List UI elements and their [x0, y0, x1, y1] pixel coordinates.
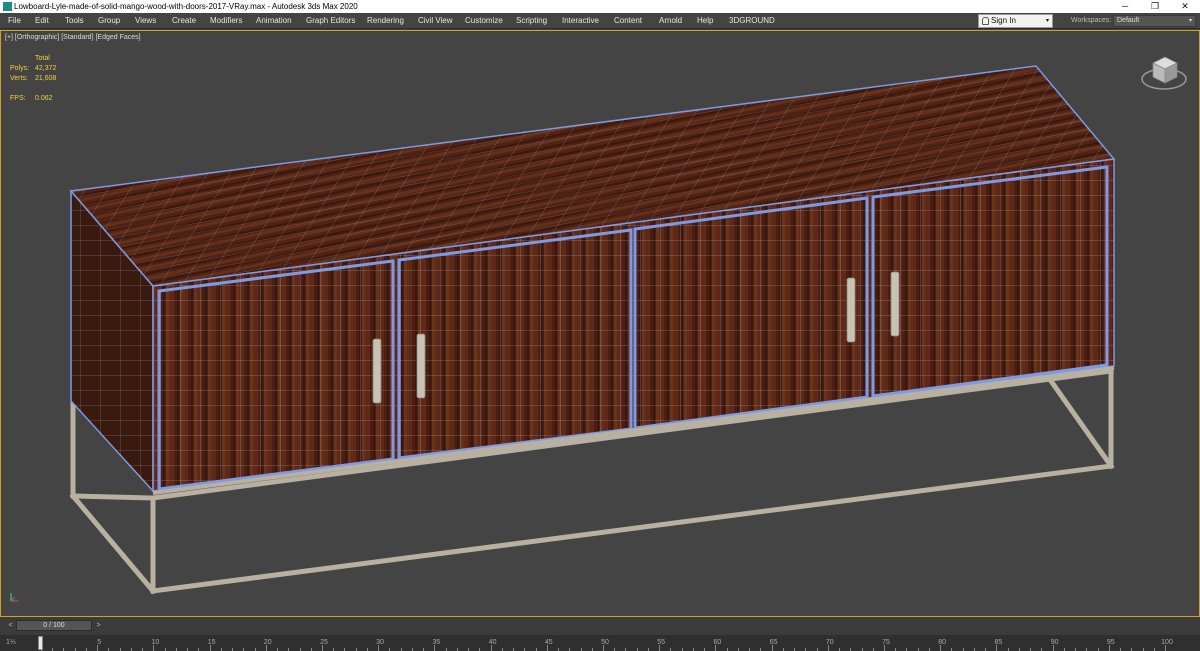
door-handle-3 — [846, 277, 856, 343]
next-frame-button[interactable]: > — [94, 620, 103, 631]
window-title: Lowboard-Lyle-made-of-solid-mango-wood-w… — [14, 2, 358, 11]
timeline-track[interactable]: 1⅓ 0510152025303540455055606570758085909… — [0, 635, 1200, 651]
chevron-down-icon: ▾ — [1045, 18, 1049, 24]
timeline-tick-label: 55 — [657, 639, 666, 646]
timeline-tick-label: 80 — [938, 639, 947, 646]
menu-animation[interactable]: Animation — [256, 13, 292, 29]
door-handle-1 — [372, 338, 382, 404]
timeline-tick-label: 15 — [207, 639, 216, 646]
menu-help[interactable]: Help — [697, 13, 713, 29]
timeline-cursor[interactable] — [38, 636, 43, 650]
timeline-tick-label: 40 — [488, 639, 497, 646]
sign-in-label: Sign In — [991, 16, 1016, 25]
timeline-tick-label: 65 — [769, 639, 778, 646]
menu-graph-editors[interactable]: Graph Editors — [306, 13, 355, 29]
timeline-tick-label: 20 — [263, 639, 272, 646]
time-slider[interactable]: 0 / 100 — [16, 620, 92, 631]
timeline-tick-label: 30 — [376, 639, 385, 646]
workspaces-label: Workspaces: — [1071, 17, 1112, 24]
workspaces-value: Default — [1117, 17, 1140, 24]
menu-file[interactable]: File — [8, 13, 21, 29]
title-bar: Lowboard-Lyle-made-of-solid-mango-wood-w… — [0, 0, 1200, 13]
viewport[interactable]: [+] [Orthographic] [Standard] [Edged Fac… — [0, 30, 1200, 617]
timeline-tick-label: 100 — [1161, 639, 1173, 646]
timeline-tick-label: 85 — [994, 639, 1003, 646]
menu-3dground[interactable]: 3DGROUND — [729, 13, 775, 29]
time-bar: < 0 / 100 > 1⅓ 0510152025303540455055606… — [0, 617, 1200, 651]
door-handle-4 — [890, 271, 900, 337]
timeline-tick-label: 90 — [1050, 639, 1059, 646]
timeline-tick-label: 50 — [601, 639, 609, 646]
menu-bar: File Edit Tools Group Views Create Modif… — [0, 13, 1200, 29]
menu-interactive[interactable]: Interactive — [562, 13, 599, 29]
workspaces-select[interactable]: Default ▾ — [1113, 15, 1196, 27]
timeline-tick-label: 10 — [151, 639, 160, 646]
menu-civil-view[interactable]: Civil View — [418, 13, 453, 29]
menu-group[interactable]: Group — [98, 13, 120, 29]
close-button[interactable]: ✕ — [1170, 0, 1200, 13]
menu-content[interactable]: Content — [614, 13, 642, 29]
app-icon — [3, 2, 12, 11]
timeline-tick-label: 95 — [1106, 639, 1115, 646]
door-handle-2 — [416, 333, 426, 399]
minimize-button[interactable]: ─ — [1110, 0, 1140, 13]
timeline-tick-label: 60 — [713, 639, 722, 646]
menu-rendering[interactable]: Rendering — [367, 13, 404, 29]
menu-edit[interactable]: Edit — [35, 13, 49, 29]
chevron-down-icon: ▾ — [1188, 18, 1192, 24]
prev-frame-button[interactable]: < — [6, 620, 15, 631]
sign-in-dropdown[interactable]: Sign In ▾ — [978, 14, 1053, 28]
menu-views[interactable]: Views — [135, 13, 156, 29]
menu-customize[interactable]: Customize — [465, 13, 503, 29]
timeline-tick-label: 25 — [320, 639, 328, 646]
timeline-corner[interactable]: 1⅓ — [6, 637, 26, 649]
timeline-tick-label: 75 — [882, 639, 890, 646]
menu-create[interactable]: Create — [172, 13, 196, 29]
menu-arnold[interactable]: Arnold — [659, 13, 682, 29]
menu-scripting[interactable]: Scripting — [516, 13, 547, 29]
restore-button[interactable]: ❐ — [1140, 0, 1170, 13]
axis-gizmo-icon — [10, 593, 18, 602]
timeline-tick-label: 5 — [97, 639, 102, 646]
user-icon — [982, 17, 989, 25]
scene-lowboard[interactable] — [1, 31, 1200, 617]
menu-tools[interactable]: Tools — [65, 13, 84, 29]
timeline-tick-label: 45 — [544, 639, 553, 646]
timeline-tick-label: 35 — [432, 639, 441, 646]
menu-modifiers[interactable]: Modifiers — [210, 13, 242, 29]
timeline-tick-label: 70 — [825, 639, 834, 646]
